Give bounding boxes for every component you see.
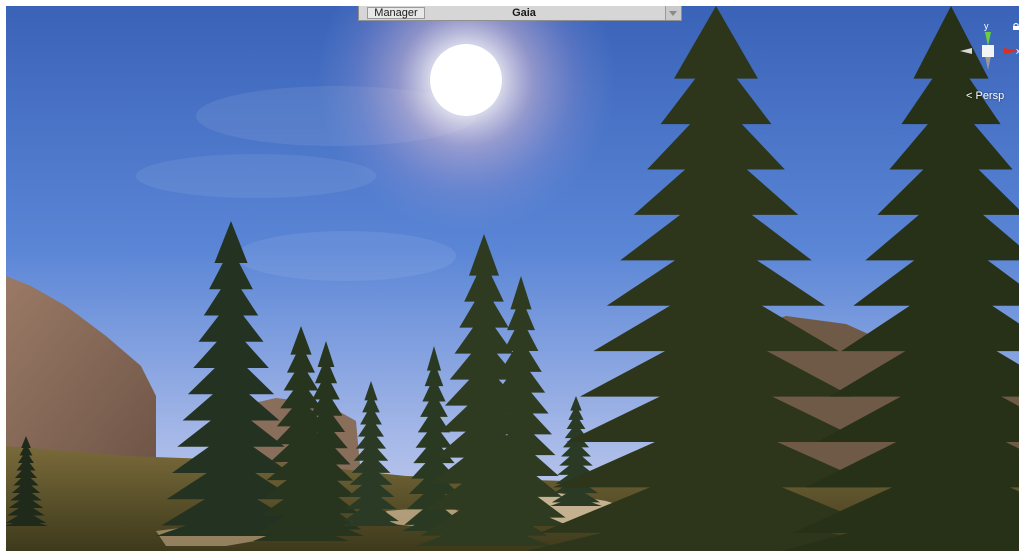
axis-neg-x-cone[interactable] (960, 48, 972, 54)
axis-neg-y-cone[interactable] (985, 56, 991, 70)
gizmo-axis-y-label: y (984, 21, 989, 31)
chevron-down-icon[interactable] (665, 6, 681, 20)
projection-label[interactable]: < Persp (966, 90, 1004, 102)
axis-y-cone[interactable] (985, 32, 991, 46)
scene-overlay-toolbar: Manager Gaia (358, 6, 682, 21)
lock-icon[interactable] (1013, 23, 1019, 30)
manager-tab[interactable]: Manager (367, 7, 425, 19)
scene-render (6, 6, 1019, 551)
gizmo-center-cube[interactable] (982, 45, 994, 57)
gaia-title: Gaia (512, 7, 536, 19)
gizmo-axis-x-label: x (1016, 46, 1019, 56)
scene-viewport[interactable]: Manager Gaia y x < Persp (6, 6, 1019, 551)
